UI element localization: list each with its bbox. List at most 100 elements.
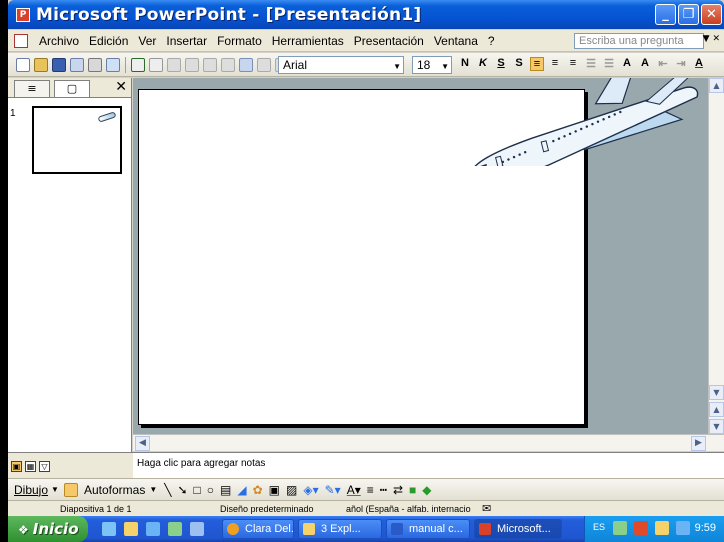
volume-icon[interactable] (655, 521, 669, 535)
notes-pane[interactable]: Haga clic para agregar notas (133, 452, 724, 478)
font-color-icon[interactable]: A (692, 57, 706, 71)
cut-icon[interactable] (167, 57, 181, 72)
start-button[interactable]: ❖ Inicio (8, 516, 88, 542)
next-slide-icon[interactable]: ▼ (709, 419, 724, 434)
3d-icon[interactable]: ◆ (422, 483, 431, 497)
task-powerpoint[interactable]: Microsoft... (474, 519, 562, 539)
slideshow-icon[interactable]: ▽ (39, 461, 50, 472)
vertical-scrollbar[interactable]: ▲ ▼ ▲ ▼ (708, 78, 724, 434)
menu-edicion[interactable]: Edición (84, 34, 133, 48)
line-icon[interactable]: ╲ (164, 483, 171, 497)
task-explorer[interactable]: 3 Expl... (298, 519, 382, 539)
arrow-style-icon[interactable]: ⇄ (393, 483, 403, 497)
line-color-icon[interactable]: ✎▾ (325, 483, 341, 497)
normal-view-icon[interactable]: ▣ (11, 461, 22, 472)
dash-style-icon[interactable]: ┅ (380, 483, 387, 497)
shadow-button[interactable]: S (512, 57, 526, 71)
scroll-right-icon[interactable]: ▶ (691, 436, 706, 451)
chevron-down-icon[interactable]: ▼ (149, 485, 157, 494)
shadow-icon[interactable]: ■ (409, 483, 416, 497)
align-right-icon[interactable]: ≡ (566, 57, 580, 71)
picture-icon[interactable]: ▨ (286, 483, 297, 497)
quicklaunch-desktop-icon[interactable] (190, 522, 204, 536)
fill-color-icon[interactable]: ◈▾ (303, 483, 318, 497)
antivirus-icon[interactable] (676, 521, 690, 535)
pane-close-icon[interactable]: ✕ (115, 79, 127, 95)
chevron-down-icon[interactable]: ▼ (393, 59, 401, 75)
open-icon[interactable] (34, 57, 48, 72)
font-color-icon[interactable]: A▾ (347, 483, 361, 497)
indent-icon[interactable]: ⇤ (656, 57, 670, 71)
task-manual[interactable]: manual c... (386, 519, 470, 539)
menu-help[interactable]: ? (483, 34, 500, 48)
format-painter-icon[interactable] (221, 57, 235, 72)
menu-archivo[interactable]: Archivo (34, 34, 84, 48)
new-icon[interactable] (16, 57, 30, 72)
save-icon[interactable] (52, 57, 66, 72)
spelling-status-icon[interactable]: ✉ (482, 502, 491, 515)
horizontal-scrollbar[interactable]: ◀ ▶ (133, 434, 724, 451)
menu-ver[interactable]: Ver (133, 34, 161, 48)
clipart-icon[interactable]: ▣ (269, 483, 280, 497)
minimize-button[interactable]: _ (655, 4, 676, 25)
chevron-down-icon[interactable]: ▼ (441, 59, 449, 75)
chevron-down-icon[interactable]: ▼ ✕ (703, 34, 720, 44)
decrease-font-icon[interactable]: A (638, 57, 652, 71)
line-style-icon[interactable]: ≡ (367, 483, 374, 497)
task-clara[interactable]: Clara Del... (222, 519, 294, 539)
research-icon[interactable] (149, 57, 163, 72)
autoshapes-button[interactable]: Autoformas (84, 483, 145, 497)
print-icon[interactable] (88, 57, 102, 72)
document-icon[interactable] (14, 33, 28, 48)
underline-button[interactable]: S (494, 57, 508, 71)
security-icon[interactable] (634, 521, 648, 535)
quicklaunch-messenger-icon[interactable] (168, 522, 182, 536)
italic-button[interactable]: K (476, 57, 490, 71)
scroll-down-icon[interactable]: ▼ (709, 385, 724, 400)
close-button[interactable]: ✕ (701, 4, 722, 25)
permission-icon[interactable] (70, 57, 84, 72)
scroll-left-icon[interactable]: ◀ (135, 436, 150, 451)
arrow-icon[interactable]: ➘ (177, 483, 187, 497)
redo-icon[interactable] (257, 57, 271, 72)
powerpoint-app-icon[interactable]: P (16, 7, 30, 22)
menu-presentacion[interactable]: Presentación (349, 34, 429, 48)
undo-icon[interactable] (239, 57, 253, 72)
outdent-icon[interactable]: ⇥ (674, 57, 688, 71)
diagram-icon[interactable]: ✿ (253, 483, 263, 497)
font-name-select[interactable]: Arial ▼ (278, 56, 404, 74)
draw-menu-button[interactable]: Dibujo (14, 483, 48, 497)
tab-outline[interactable]: ≡ (14, 80, 50, 97)
ask-question-input[interactable]: Escriba una pregunta (574, 33, 704, 49)
language-indicator[interactable]: ES (593, 522, 605, 532)
menu-formato[interactable]: Formato (212, 34, 267, 48)
previous-slide-icon[interactable]: ▲ (709, 402, 724, 417)
align-left-icon[interactable]: ≡ (530, 57, 544, 71)
tab-slides[interactable]: ▢ (54, 80, 90, 97)
quicklaunch-ie-icon[interactable] (102, 522, 116, 536)
textbox-icon[interactable]: ▤ (220, 483, 231, 497)
wordart-icon[interactable]: ◢ (237, 483, 246, 497)
scroll-up-icon[interactable]: ▲ (709, 78, 724, 93)
bold-button[interactable]: N (458, 57, 472, 71)
quicklaunch-media-icon[interactable] (146, 522, 160, 536)
airplane-clipart[interactable] (451, 78, 708, 166)
bullets-icon[interactable]: ☰ (602, 57, 616, 71)
rectangle-icon[interactable]: □ (194, 483, 201, 497)
increase-font-icon[interactable]: A (620, 57, 634, 71)
font-size-select[interactable]: 18 ▼ (412, 56, 452, 74)
paste-icon[interactable] (203, 57, 217, 72)
chevron-down-icon[interactable]: ▼ (51, 485, 59, 494)
network-icon[interactable] (613, 521, 627, 535)
quicklaunch-folder-icon[interactable] (124, 522, 138, 536)
slide-sorter-icon[interactable]: ▦ (25, 461, 36, 472)
align-center-icon[interactable]: ≡ (548, 57, 562, 71)
oval-icon[interactable]: ○ (207, 483, 214, 497)
menu-insertar[interactable]: Insertar (161, 34, 212, 48)
select-objects-icon[interactable] (63, 482, 78, 497)
maximize-button[interactable]: ❐ (678, 4, 699, 25)
preview-icon[interactable] (106, 57, 120, 72)
spelling-icon[interactable] (131, 57, 145, 72)
numbering-icon[interactable]: ☰ (584, 57, 598, 71)
slide-thumbnail[interactable] (32, 106, 122, 174)
